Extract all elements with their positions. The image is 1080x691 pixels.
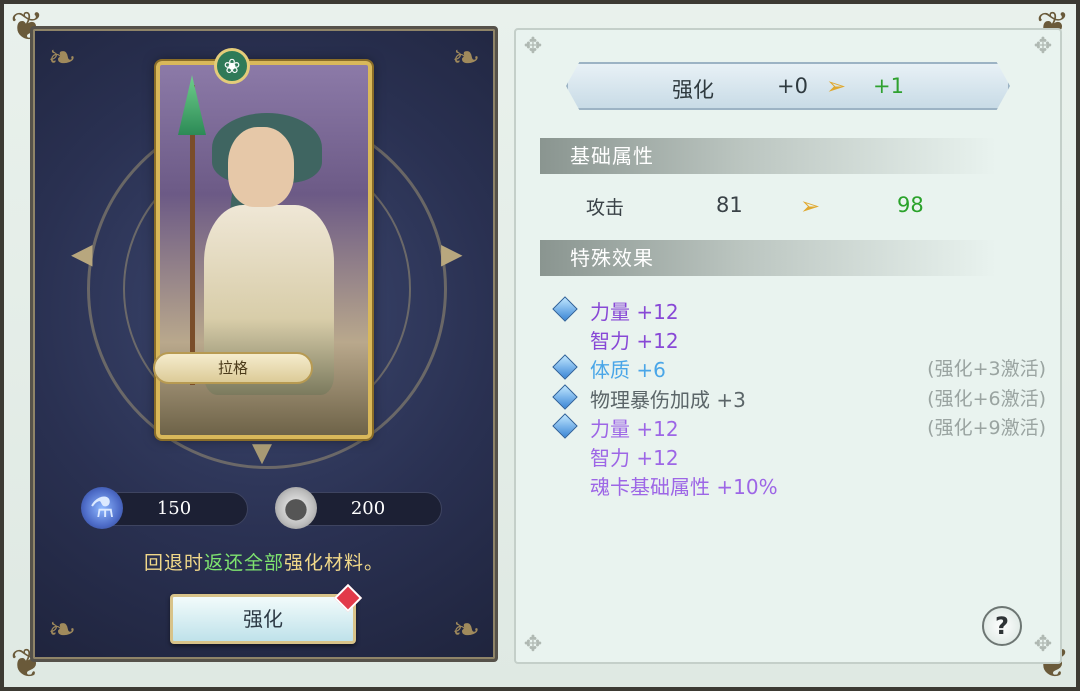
effect-text: 力量 +12 bbox=[590, 300, 679, 324]
effect-row: 魂卡基础属性 +10% bbox=[556, 471, 1046, 499]
arrow-right-icon: ➢ bbox=[826, 72, 847, 100]
panel-corner-ornament-icon: ❧ bbox=[451, 610, 481, 650]
effect-text: 智力 +12 bbox=[590, 329, 679, 353]
panel-corner-ornament-icon: ✥ bbox=[1033, 34, 1053, 59]
potion-count: 150 bbox=[156, 498, 192, 519]
note-suffix: 强化材料。 bbox=[284, 552, 385, 574]
leaf-emblem-icon: ❀ bbox=[214, 48, 250, 84]
blue-gem-icon bbox=[552, 296, 578, 322]
panel-corner-ornament-icon: ❧ bbox=[47, 38, 77, 78]
level-current: +0 bbox=[777, 74, 808, 98]
effect-row: 智力 +12 bbox=[556, 442, 1046, 470]
down-triangle-icon: ▼ bbox=[252, 438, 272, 468]
blue-gem-icon bbox=[552, 413, 578, 439]
compass-point-icon: ▶ bbox=[441, 237, 463, 270]
compass-point-icon: ◀ bbox=[71, 237, 93, 270]
panel-corner-ornament-icon: ✥ bbox=[1033, 632, 1053, 657]
potion-icon: ⚗ bbox=[81, 487, 123, 529]
spear-tip-art bbox=[178, 75, 206, 135]
panel-corner-ornament-icon: ✥ bbox=[523, 632, 543, 657]
silver-coin-icon: ● bbox=[275, 487, 317, 529]
effect-condition: (强化+6激活) bbox=[927, 388, 1046, 410]
refund-note: 回退时返还全部强化材料。 bbox=[30, 548, 498, 575]
effect-row: 力量 +12 bbox=[552, 296, 1046, 324]
stat-attack-label: 攻击 bbox=[586, 197, 625, 219]
effect-text: 物理暴伤加成 +3 bbox=[590, 388, 746, 412]
stat-attack-next: 98 bbox=[897, 193, 924, 217]
effect-condition: (强化+9激活) bbox=[927, 417, 1046, 439]
enhance-button[interactable]: 强化 bbox=[170, 594, 356, 644]
effect-row: 智力 +12 bbox=[556, 325, 1046, 353]
section-header-base: 基础属性 bbox=[540, 138, 996, 174]
arrow-right-icon: ➢ bbox=[800, 192, 821, 220]
hero-face-art bbox=[228, 127, 294, 207]
effect-condition: (强化+3激活) bbox=[927, 358, 1046, 380]
panel-corner-ornament-icon: ❧ bbox=[451, 38, 481, 78]
card-name-plate: 拉格 bbox=[153, 352, 313, 384]
effect-row: 体质 +6 (强化+3激活) bbox=[552, 354, 1046, 382]
effect-text: 力量 +12 bbox=[590, 417, 679, 441]
blue-gem-icon bbox=[552, 354, 578, 380]
note-highlight: 返还全部 bbox=[203, 552, 284, 574]
potion-resource: ⚗ 150 bbox=[81, 487, 248, 529]
effect-row: 物理暴伤加成 +3 (强化+6激活) bbox=[552, 384, 1046, 412]
effect-text: 魂卡基础属性 +10% bbox=[590, 475, 778, 499]
coin-count: 200 bbox=[350, 498, 386, 519]
blue-gem-icon bbox=[552, 384, 578, 410]
effect-text: 智力 +12 bbox=[590, 446, 679, 470]
level-label: 强化 bbox=[672, 78, 714, 102]
effect-text: 体质 +6 bbox=[590, 358, 666, 382]
stat-attack-current: 81 bbox=[716, 193, 743, 217]
note-prefix: 回退时 bbox=[143, 552, 204, 574]
level-next: +1 bbox=[873, 74, 904, 98]
coin-resource: ● 200 bbox=[275, 487, 442, 529]
section-header-special: 特殊效果 bbox=[540, 240, 996, 276]
effect-row: 力量 +12 (强化+9激活) bbox=[552, 413, 1046, 441]
panel-corner-ornament-icon: ❧ bbox=[47, 610, 77, 650]
panel-corner-ornament-icon: ✥ bbox=[523, 34, 543, 59]
help-button[interactable]: ? bbox=[982, 606, 1022, 646]
